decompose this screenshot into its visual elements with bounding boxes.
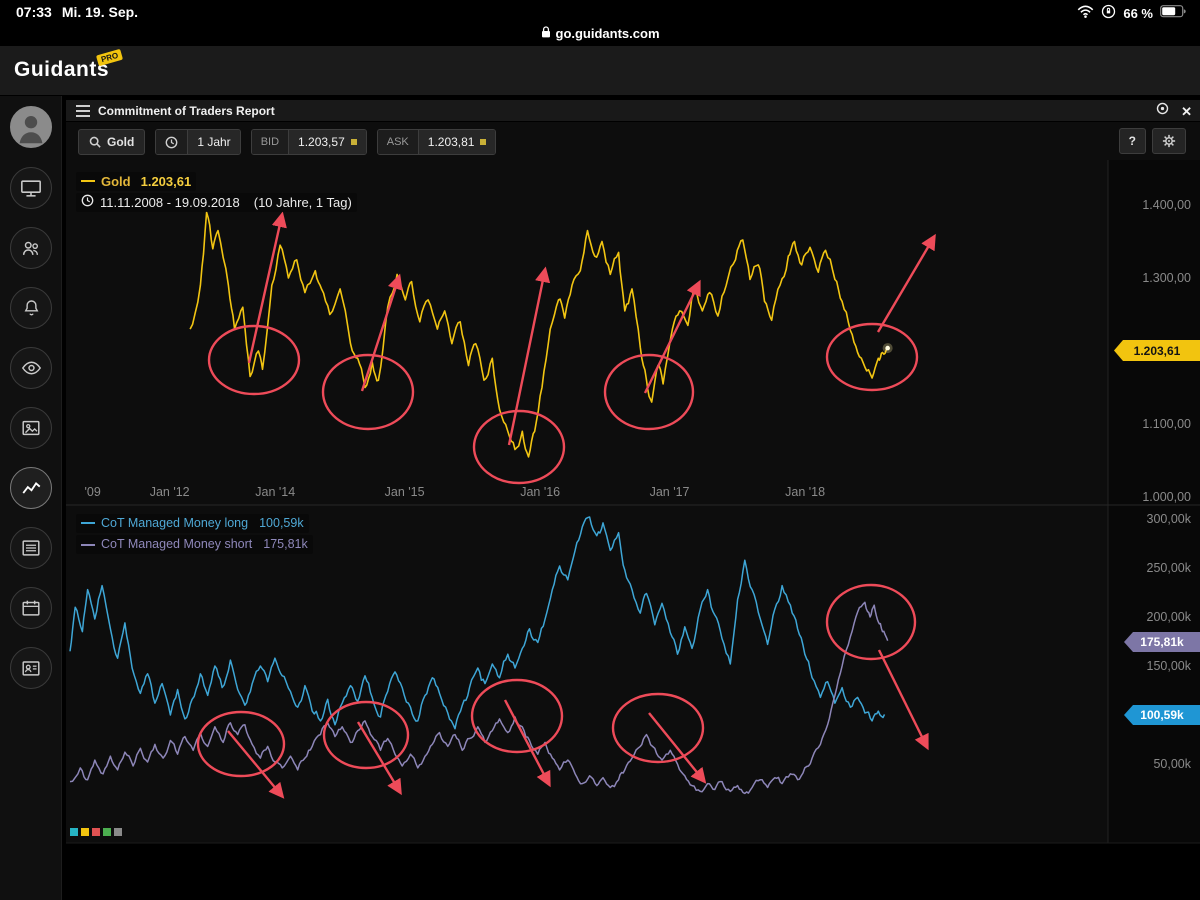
- gold-series-swatch: [81, 180, 95, 182]
- axis-tick-label: 1.000,00: [1142, 490, 1191, 504]
- axis-tick-label: Jan '18: [785, 485, 825, 499]
- annotation-arrow: [507, 266, 551, 446]
- annotation-circle: [196, 710, 286, 778]
- layer-swatch[interactable]: [114, 828, 122, 836]
- cot-short-name: CoT Managed Money short: [101, 537, 253, 551]
- gold-series-name: Gold: [101, 173, 131, 189]
- cot-legend: CoT Managed Money long 100,59k CoT Manag…: [76, 511, 313, 554]
- axis-tick-label: 1.400,00: [1142, 198, 1191, 212]
- annotation-arrow: [356, 721, 402, 796]
- axis-tick-label: '09: [84, 485, 100, 499]
- cot-long-value: 100,59k: [259, 515, 304, 530]
- axis-tick-label: 300,00k: [1147, 512, 1192, 526]
- annotation-arrow: [876, 233, 936, 333]
- axis-tick-label: 1.100,00: [1142, 417, 1191, 431]
- gold-price-line: [189, 211, 889, 458]
- axis-tick-label: 200,00k: [1147, 610, 1192, 624]
- cot-short-value: 175,81k: [263, 537, 308, 551]
- annotation-circle: [472, 409, 566, 485]
- axis-tick-label: 150,00k: [1147, 659, 1192, 673]
- annotation-arrow: [643, 279, 701, 394]
- ipad-screen: 07:33 Mi. 19. Sep. 66 % go.guidants.com …: [0, 0, 1200, 900]
- cot-short-badge: 175,81k: [1124, 632, 1200, 652]
- axis-tick-label: Jan '12: [150, 485, 190, 499]
- annotation-circle: [611, 692, 705, 764]
- layer-swatch[interactable]: [81, 828, 89, 836]
- axis-tick-label: 50,00k: [1153, 757, 1191, 771]
- axis-tick-label: 1.300,00: [1142, 271, 1191, 285]
- annotation-arrow: [503, 699, 551, 788]
- last-price-dot: [885, 345, 890, 351]
- clock-icon: [81, 193, 94, 212]
- chart-canvas[interactable]: 1.400,00 1.300,00 1.100,00 1.000,00 300,00k 2…: [0, 0, 1200, 900]
- annotation-circle: [825, 583, 917, 661]
- axis-tick-label: Jan '17: [650, 485, 690, 499]
- gold-price-badge: 1.203,61: [1114, 340, 1200, 361]
- cot-short-swatch: [81, 543, 95, 546]
- cot-long-swatch: [81, 522, 95, 524]
- annotation-arrow: [360, 273, 403, 392]
- layer-swatch[interactable]: [103, 828, 111, 836]
- gold-series-value: 1.203,61: [140, 173, 192, 189]
- annotation-circle: [825, 322, 919, 392]
- axis-tick-label: Jan '15: [385, 485, 425, 499]
- chart-period: (10 Jahre, 1 Tag): [253, 194, 352, 210]
- axis-tick-label: Jan '16: [520, 485, 560, 499]
- cot-long-badge: 100,59k: [1124, 705, 1200, 725]
- axis-tick-label: 250,00k: [1147, 561, 1192, 575]
- chart-layer-palette[interactable]: [70, 828, 122, 836]
- layer-swatch[interactable]: [70, 828, 78, 836]
- cot-long-name: CoT Managed Money long: [101, 515, 249, 530]
- chart-date-range: 11.11.2008 - 19.09.2018: [100, 194, 240, 210]
- axis-tick-label: Jan '14: [255, 485, 295, 499]
- gold-legend: Gold 1.203,61 11.11.2008 - 19.09.2018 (1…: [76, 168, 357, 212]
- annotation-circle: [321, 353, 415, 431]
- annotation-arrow: [877, 649, 929, 751]
- layer-swatch[interactable]: [92, 828, 100, 836]
- annotation-circle: [470, 678, 564, 754]
